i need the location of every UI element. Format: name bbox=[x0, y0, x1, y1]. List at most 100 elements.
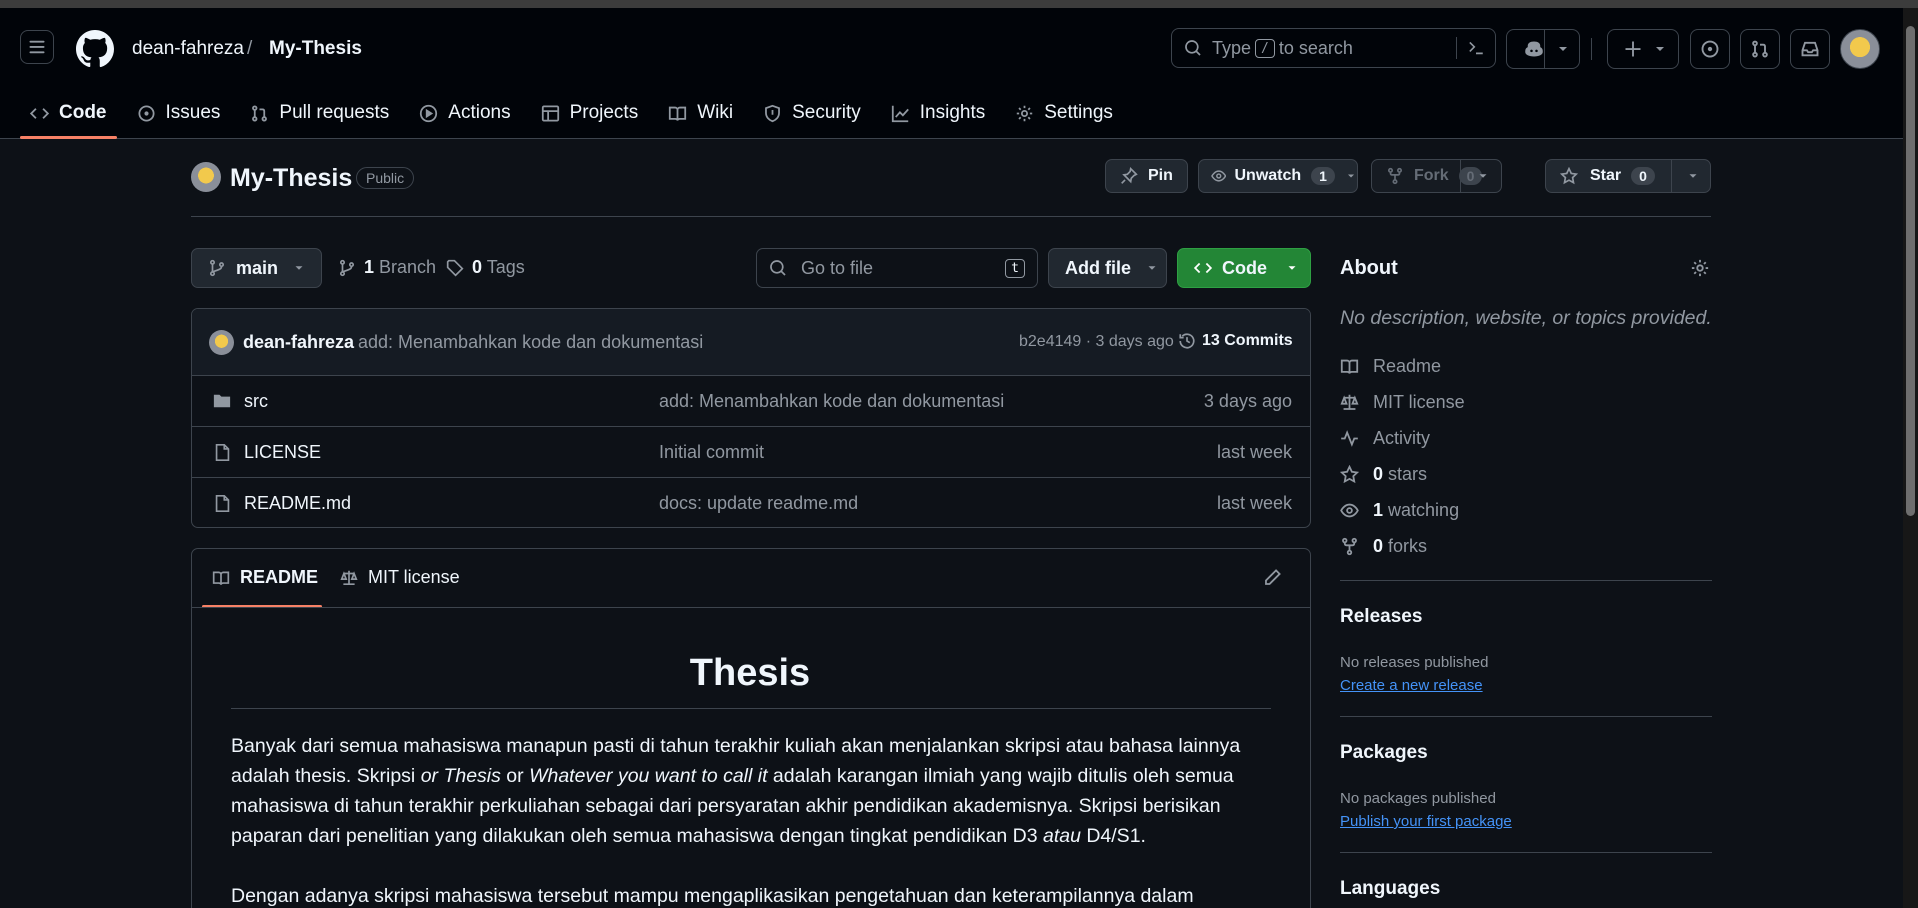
sidebar-divider bbox=[1340, 580, 1712, 581]
branches-link[interactable]: 1 Branch bbox=[338, 257, 436, 278]
tab-security-label: Security bbox=[792, 102, 861, 123]
readme-paragraph-1: Banyak dari semua mahasiswa manapun past… bbox=[231, 731, 1261, 851]
menu-button[interactable] bbox=[20, 30, 54, 64]
git-branch-icon bbox=[209, 259, 225, 277]
forks-label: forks bbox=[1388, 536, 1428, 556]
tab-wiki[interactable]: Wiki bbox=[658, 93, 743, 133]
tab-security[interactable]: Security bbox=[753, 93, 871, 133]
repo-title[interactable]: My-Thesis bbox=[230, 164, 352, 193]
tab-projects-label: Projects bbox=[569, 102, 639, 123]
readme-link[interactable]: Readme bbox=[1340, 356, 1441, 377]
scrollbar-thumb[interactable] bbox=[1906, 26, 1915, 516]
file-name[interactable]: src bbox=[244, 391, 268, 412]
star-button[interactable]: Star 0 bbox=[1545, 159, 1711, 193]
file-commit-message[interactable]: Initial commit bbox=[659, 442, 764, 463]
readme-title: Thesis bbox=[689, 652, 811, 694]
title-divider bbox=[191, 216, 1711, 217]
star-icon bbox=[1560, 167, 1578, 185]
file-row[interactable]: src add: Menambahkan kode dan dokumentasi… bbox=[192, 375, 1310, 426]
license-link[interactable]: MIT license bbox=[1340, 392, 1465, 413]
pin-label: Pin bbox=[1148, 167, 1173, 184]
sidebar-divider bbox=[1340, 716, 1712, 717]
owner-link[interactable]: dean-fahreza bbox=[132, 38, 244, 60]
copilot-icon bbox=[1525, 41, 1543, 57]
search-prefix: Type bbox=[1212, 37, 1252, 58]
create-new-button[interactable] bbox=[1607, 29, 1679, 69]
github-logo-icon[interactable] bbox=[76, 30, 114, 68]
fork-button[interactable]: Fork 0 bbox=[1371, 159, 1502, 193]
readme-header-divider bbox=[192, 607, 1310, 608]
eye-icon bbox=[1211, 170, 1227, 182]
activity-link[interactable]: Activity bbox=[1340, 428, 1430, 449]
tab-issues[interactable]: Issues bbox=[127, 93, 231, 133]
commit-author[interactable]: dean-fahreza bbox=[243, 332, 354, 353]
pin-button[interactable]: Pin bbox=[1105, 159, 1188, 193]
create-release-link[interactable]: Create a new release bbox=[1340, 677, 1483, 694]
repo-forked-icon bbox=[1387, 167, 1403, 185]
issues-button[interactable] bbox=[1690, 29, 1730, 69]
search-icon bbox=[770, 260, 786, 276]
stars-link[interactable]: 0 stars bbox=[1340, 464, 1427, 485]
pulse-icon bbox=[1341, 430, 1358, 447]
go-to-file-input[interactable]: Go to file t bbox=[756, 248, 1038, 288]
hamburger-icon bbox=[29, 40, 45, 54]
forks-link[interactable]: 0 forks bbox=[1340, 536, 1427, 557]
latest-commit-bar: dean-fahreza add: Menambahkan kode dan d… bbox=[192, 309, 1310, 375]
search-input[interactable]: Type / to search bbox=[1171, 28, 1496, 68]
readme-p1-text-g: D4/S1. bbox=[1080, 825, 1146, 847]
copilot-button[interactable] bbox=[1506, 29, 1580, 69]
repo-owner-avatar[interactable] bbox=[191, 162, 221, 192]
user-avatar[interactable] bbox=[1840, 29, 1880, 69]
branch-selector[interactable]: main bbox=[191, 248, 322, 288]
file-row[interactable]: README.md docs: update readme.md last week bbox=[192, 477, 1310, 527]
license-tab[interactable]: MIT license bbox=[340, 567, 460, 588]
stars-count: 0 bbox=[1373, 464, 1384, 484]
activity-link-label: Activity bbox=[1373, 428, 1431, 448]
readme-link-label: Readme bbox=[1373, 356, 1442, 376]
tab-insights[interactable]: Insights bbox=[881, 93, 995, 133]
sidebar-divider bbox=[1340, 852, 1712, 853]
watching-label: watching bbox=[1388, 500, 1460, 520]
tab-pull-requests[interactable]: Pull requests bbox=[240, 93, 399, 133]
commits-link[interactable]: 13 Commits bbox=[1178, 332, 1293, 350]
code-button[interactable]: Code bbox=[1177, 248, 1311, 288]
file-name[interactable]: LICENSE bbox=[244, 442, 321, 463]
commit-hash-time[interactable]: b2e4149 · 3 days ago bbox=[1019, 333, 1174, 351]
file-name[interactable]: README.md bbox=[244, 493, 351, 514]
command-palette-icon[interactable] bbox=[1467, 39, 1485, 57]
tab-code[interactable]: Code bbox=[20, 93, 117, 139]
go-to-file-shortcut: t bbox=[1005, 258, 1025, 278]
repo-link[interactable]: My-Thesis bbox=[269, 38, 362, 60]
play-icon bbox=[420, 104, 438, 122]
tab-actions[interactable]: Actions bbox=[409, 93, 520, 133]
tags-link[interactable]: 0 Tags bbox=[446, 257, 525, 278]
readme-tab[interactable]: README bbox=[212, 567, 318, 588]
gear-icon[interactable] bbox=[1690, 258, 1710, 278]
file-commit-message[interactable]: docs: update readme.md bbox=[659, 493, 858, 514]
inbox-icon bbox=[1801, 41, 1819, 57]
commit-author-avatar[interactable] bbox=[209, 330, 234, 355]
watching-link[interactable]: 1 watching bbox=[1340, 500, 1459, 521]
tag-count-label: Tags bbox=[486, 257, 525, 277]
chevron-down-icon bbox=[1347, 174, 1354, 178]
commit-message[interactable]: add: Menambahkan kode dan dokumentasi bbox=[358, 332, 703, 353]
unwatch-button[interactable]: Unwatch 1 bbox=[1198, 159, 1358, 193]
chevron-down-icon bbox=[1288, 266, 1296, 270]
page-scrollbar[interactable] bbox=[1903, 8, 1918, 908]
releases-title[interactable]: Releases bbox=[1340, 606, 1422, 628]
issue-opened-icon bbox=[1701, 40, 1719, 58]
tab-settings[interactable]: Settings bbox=[1005, 93, 1123, 133]
pencil-icon[interactable] bbox=[1263, 568, 1282, 587]
tab-projects[interactable]: Projects bbox=[531, 93, 649, 133]
packages-title[interactable]: Packages bbox=[1340, 742, 1428, 764]
file-commit-time: 3 days ago bbox=[1203, 390, 1292, 411]
file-row[interactable]: LICENSE Initial commit last week bbox=[192, 426, 1310, 477]
pull-requests-button[interactable] bbox=[1740, 29, 1780, 69]
git-pull-request-icon bbox=[252, 104, 268, 122]
inbox-button[interactable] bbox=[1790, 29, 1830, 69]
file-commit-message[interactable]: add: Menambahkan kode dan dokumentasi bbox=[659, 391, 1004, 412]
stars-label: stars bbox=[1388, 464, 1428, 484]
publish-package-link[interactable]: Publish your first package bbox=[1340, 813, 1512, 830]
add-file-label: Add file bbox=[1065, 257, 1131, 278]
add-file-button[interactable]: Add file bbox=[1048, 248, 1167, 288]
